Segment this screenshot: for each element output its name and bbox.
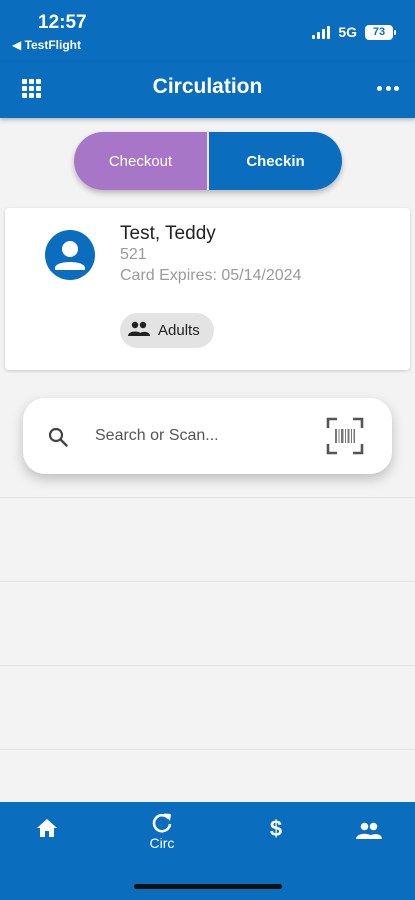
people-icon xyxy=(339,822,399,840)
people-icon xyxy=(128,321,150,341)
checkout-tab[interactable]: Checkout xyxy=(74,132,209,190)
search-icon xyxy=(48,427,68,452)
list-item xyxy=(0,581,415,665)
nav-patrons[interactable] xyxy=(339,822,399,840)
dollar-icon: $ xyxy=(269,816,283,841)
nav-fines[interactable]: $ xyxy=(246,816,306,842)
refresh-icon xyxy=(132,812,192,834)
signal-icon xyxy=(312,25,331,39)
patron-type-label: Adults xyxy=(158,322,200,339)
app-bar: Circulation xyxy=(0,62,415,118)
more-horizontal-icon[interactable] xyxy=(377,84,399,92)
battery-icon: 73 xyxy=(365,24,396,40)
status-bar: 12:57 ◀ TestFlight 5G 73 xyxy=(0,0,415,62)
checkin-tab[interactable]: Checkin xyxy=(209,132,342,190)
nav-circ-label: Circ xyxy=(149,835,175,851)
page-title: Circulation xyxy=(152,75,263,98)
patron-card[interactable]: Test, Teddy 521 Card Expires: 05/14/2024… xyxy=(5,208,410,370)
home-indicator xyxy=(134,884,282,889)
person-icon xyxy=(45,230,95,280)
barcode-scan-icon[interactable] xyxy=(326,417,364,460)
search-input[interactable] xyxy=(95,422,305,450)
network-type: 5G xyxy=(338,24,357,40)
search-bar xyxy=(23,398,392,474)
patron-name: Test, Teddy xyxy=(120,223,216,244)
list-item xyxy=(0,665,415,749)
items-list xyxy=(0,497,415,802)
card-expiration: Card Expires: 05/14/2024 xyxy=(120,267,302,284)
home-icon xyxy=(17,818,77,838)
nav-circ[interactable]: Circ xyxy=(132,812,192,851)
back-to-testflight[interactable]: ◀ TestFlight xyxy=(12,38,81,52)
nav-home[interactable] xyxy=(17,818,77,838)
patron-type-chip[interactable]: Adults xyxy=(120,313,214,348)
mode-toggle: Checkout Checkin xyxy=(74,132,342,190)
patron-id: 521 xyxy=(120,246,147,263)
status-time: 12:57 xyxy=(38,12,87,33)
status-indicators: 5G 73 xyxy=(312,24,396,40)
list-item xyxy=(0,497,415,581)
